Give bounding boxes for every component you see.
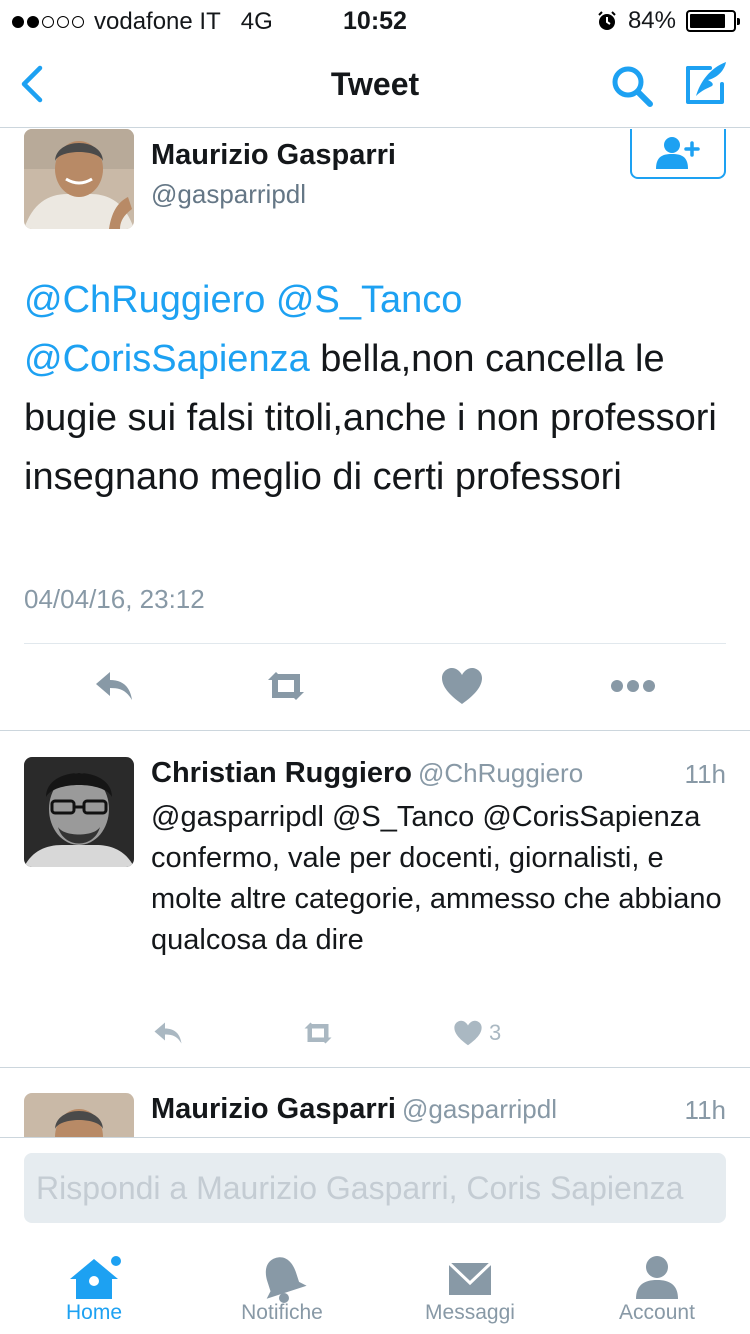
reply-button[interactable] xyxy=(151,1013,185,1053)
bell-icon xyxy=(265,1257,307,1303)
compose-tweet-icon[interactable] xyxy=(682,58,730,108)
tab-home[interactable]: Home xyxy=(0,1237,188,1334)
alarm-clock-icon xyxy=(598,11,616,30)
tab-label: Account xyxy=(619,1301,695,1324)
reply-input[interactable] xyxy=(24,1153,726,1223)
tweet-text: @ChRuggiero @S_Tanco @CorisSapienza bell… xyxy=(24,271,726,507)
status-bar: vodafone IT 4G 10:52 84% xyxy=(0,0,750,40)
tweet-author: Maurizio Gasparri @gasparripdl xyxy=(24,129,726,229)
tweet-detail-scroll[interactable]: Maurizio Gasparri @gasparripdl @ChRuggie… xyxy=(0,129,750,1137)
tab-label: Messaggi xyxy=(425,1301,515,1324)
tab-bar: Home Notifiche Messaggi Account xyxy=(0,1237,750,1334)
reply-actions: 3 xyxy=(151,1013,726,1053)
tab-notifications[interactable]: Notifiche xyxy=(188,1237,376,1334)
retweet-icon[interactable] xyxy=(262,666,310,706)
reply-author-handle[interactable]: @ChRuggiero xyxy=(418,758,583,788)
mention-link[interactable]: @CorisSapienza xyxy=(24,338,310,380)
heart-icon[interactable] xyxy=(440,666,484,706)
avatar[interactable] xyxy=(24,757,134,867)
avatar[interactable] xyxy=(24,129,134,229)
divider xyxy=(0,730,750,731)
envelope-icon xyxy=(447,1261,493,1295)
reply-composer xyxy=(0,1137,750,1237)
author-handle[interactable]: @gasparripdl xyxy=(151,179,306,210)
battery-icon xyxy=(686,10,740,32)
retweet-button[interactable] xyxy=(299,1013,337,1053)
tab-account[interactable]: Account xyxy=(564,1237,750,1334)
search-icon[interactable] xyxy=(608,62,656,110)
list-item[interactable]: Christian Ruggiero @ChRuggiero 11h @gaspa… xyxy=(0,757,750,1067)
reply-text: @gasparripdl @S_Tanco @CorisSapienza con… xyxy=(151,801,722,956)
mention-link[interactable]: @ChRuggiero xyxy=(24,279,265,321)
reply-author-name[interactable]: Maurizio Gasparri xyxy=(151,1093,396,1125)
like-button[interactable]: 3 xyxy=(453,1013,501,1053)
reply-timestamp: 11h xyxy=(684,1095,726,1125)
battery-percent: 84% xyxy=(627,7,676,34)
add-user-icon xyxy=(656,137,700,169)
follow-button[interactable] xyxy=(630,129,726,179)
mention-link[interactable]: @S_Tanco xyxy=(276,279,462,321)
home-icon xyxy=(70,1256,121,1299)
tab-label: Home xyxy=(65,1301,123,1324)
like-count: 3 xyxy=(489,1020,502,1045)
retweet-icon xyxy=(304,1022,332,1044)
more-options-icon[interactable] xyxy=(610,666,656,706)
reply-header: Maurizio Gasparri @gasparripdl 11h xyxy=(151,1093,726,1126)
tweet-timestamp: 04/04/16, 23:12 xyxy=(24,584,205,614)
reply-author-name[interactable]: Christian Ruggiero xyxy=(151,757,412,789)
reply-icon xyxy=(154,1022,182,1044)
tweet-actions xyxy=(0,644,750,730)
nav-bar: Tweet xyxy=(0,40,750,128)
reply-author-handle[interactable]: @gasparripdl xyxy=(402,1094,557,1124)
author-name[interactable]: Maurizio Gasparri xyxy=(151,139,396,172)
tab-label: Notifiche xyxy=(241,1301,323,1324)
list-item[interactable]: Maurizio Gasparri @gasparripdl 11h xyxy=(0,1093,750,1137)
tab-messages[interactable]: Messaggi xyxy=(376,1237,564,1334)
divider xyxy=(0,1067,750,1068)
avatar[interactable] xyxy=(24,1093,134,1137)
reply-timestamp: 11h xyxy=(684,759,726,789)
reply-header: Christian Ruggiero @ChRuggiero 11h xyxy=(151,757,726,790)
person-icon xyxy=(636,1256,678,1299)
reply-icon[interactable] xyxy=(92,666,136,706)
heart-icon xyxy=(454,1020,482,1046)
